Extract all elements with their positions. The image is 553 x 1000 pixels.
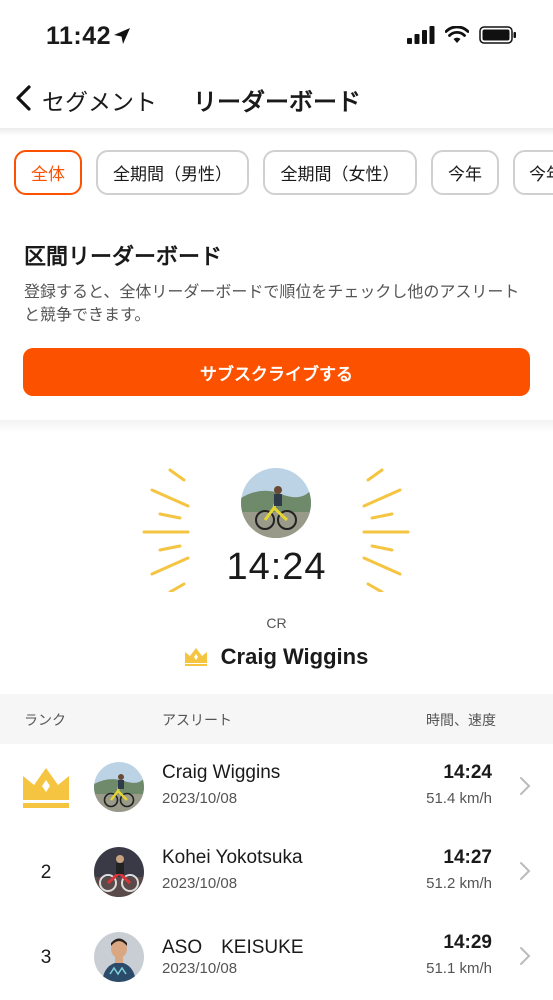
row-rank — [22, 768, 70, 808]
row-rank: 2 — [40, 862, 52, 883]
effort-time: 14:24 — [443, 762, 492, 783]
filter-chip-overall[interactable]: 全体 — [14, 150, 82, 195]
chevron-right-icon — [520, 947, 531, 965]
crown-icon — [184, 648, 207, 666]
effort-time: 14:27 — [443, 847, 492, 868]
header-athlete: アスリート — [162, 712, 232, 728]
filter-chip-all-time-men[interactable]: 全期間（男性） — [96, 150, 249, 195]
chevron-right-icon — [520, 777, 531, 795]
battery-icon — [479, 26, 516, 44]
effort-date: 2023/10/08 — [162, 875, 238, 892]
course-record: 14:24 CR Craig Wiggins — [0, 432, 553, 692]
back-button[interactable]: セグメント — [42, 83, 157, 117]
page-title: リーダーボード — [193, 89, 361, 116]
effort-speed: 51.2 km/h — [426, 875, 492, 892]
section-divider — [0, 420, 553, 432]
effort-speed: 51.1 km/h — [426, 960, 492, 977]
header-time-speed: 時間、速度 — [426, 712, 496, 728]
filter-chip-this-year[interactable]: 今年 — [431, 150, 499, 195]
effort-time: 14:29 — [443, 932, 492, 953]
status-bar: 11:42 — [0, 0, 553, 70]
athlete-name: ASO KEISUKE — [162, 937, 304, 958]
effort-speed: 51.4 km/h — [426, 790, 492, 807]
crown-icon — [23, 768, 69, 808]
promo-title: 区間リーダーボード — [24, 244, 223, 269]
cr-holder-avatar[interactable] — [241, 468, 311, 538]
leaderboard-header: ランク アスリート 時間、速度 — [0, 694, 553, 744]
filter-chip-all-time-women[interactable]: 全期間（女性） — [263, 150, 417, 195]
athlete-avatar — [94, 932, 144, 982]
leaderboard-row[interactable]: Craig Wiggins 2023/10/08 14:24 51.4 km/h — [0, 744, 553, 829]
subscribe-promo: 区間リーダーボード 登録すると、全体リーダーボードで順位をチェックし他のアスリー… — [0, 196, 553, 420]
status-icons — [407, 26, 517, 44]
effort-date: 2023/10/08 — [162, 960, 238, 977]
header-rank: ランク — [24, 712, 66, 728]
leaderboard-row[interactable]: 3 ASO KEISUKE 2023/10/08 14:29 51.1 km/h — [0, 914, 553, 999]
chevron-right-icon — [520, 862, 531, 880]
filter-chip-this-year-2[interactable]: 今年 — [513, 150, 553, 195]
location-arrow-icon — [114, 28, 130, 44]
wifi-icon — [445, 26, 469, 43]
nav-bar: セグメント リーダーボード — [0, 70, 553, 128]
back-chevron-icon[interactable] — [12, 82, 36, 114]
effort-date: 2023/10/08 — [162, 790, 238, 807]
athlete-name: Craig Wiggins — [162, 762, 281, 783]
filter-chips: 全体 全期間（男性） 全期間（女性） 今年 今年 — [0, 150, 553, 196]
athlete-avatar — [94, 847, 144, 897]
leaderboard-row[interactable]: 2 Kohei Yokotsuka 2023/10/08 14:27 51.2 … — [0, 829, 553, 914]
signal-icon — [407, 26, 435, 44]
athlete-name: Kohei Yokotsuka — [162, 847, 303, 868]
row-rank: 3 — [40, 947, 52, 968]
cr-holder-name[interactable]: Craig Wiggins — [221, 644, 369, 670]
status-time: 11:42 — [46, 22, 112, 50]
cr-label: CR — [266, 615, 287, 631]
cr-time: 14:24 — [226, 546, 327, 588]
promo-text: 登録すると、全体リーダーボードで順位をチェックし他のアスリートと競争できます。 — [24, 284, 520, 324]
subscribe-button[interactable]: サブスクライブする — [23, 348, 530, 396]
athlete-avatar — [94, 762, 144, 812]
cr-holder: Craig Wiggins — [0, 644, 553, 670]
nav-divider — [0, 128, 553, 136]
